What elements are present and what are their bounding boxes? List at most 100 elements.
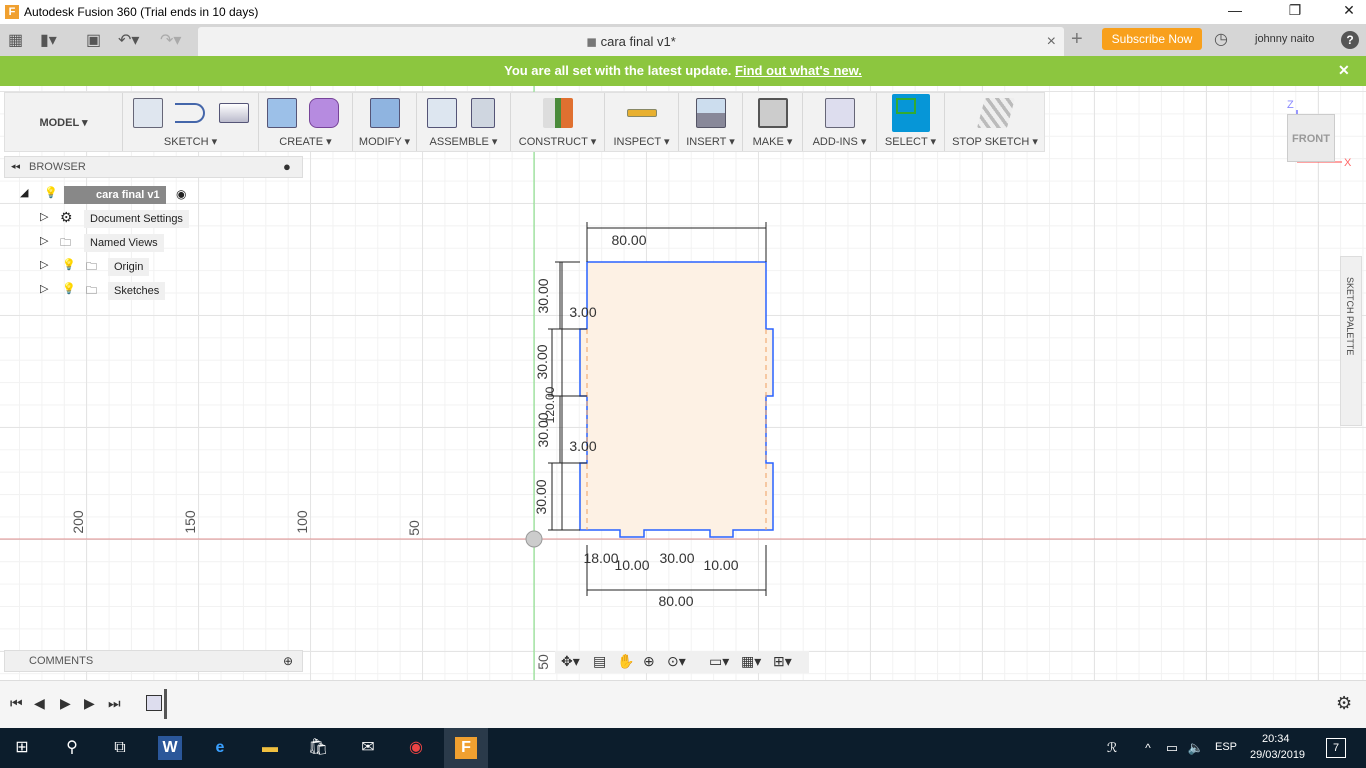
add-comment-icon[interactable]: ⊕ <box>283 654 293 668</box>
expand-icon[interactable]: ▷ <box>40 234 48 247</box>
dim-tab-depth-2[interactable]: 3.00 <box>569 438 596 454</box>
workspace-switcher[interactable]: MODEL ▾ <box>5 93 123 151</box>
activate-radio-icon[interactable]: ◉ <box>176 187 186 201</box>
comments-panel[interactable]: COMMENTS ⊕ <box>4 650 303 672</box>
network-icon[interactable]: ▭ <box>1160 736 1184 760</box>
fit-icon[interactable]: ⊙▾ <box>667 653 686 670</box>
timeline-sketch-feature[interactable] <box>146 695 162 711</box>
file-explorer-icon[interactable]: ▬ <box>258 736 282 760</box>
volume-icon[interactable]: 🔈 <box>1184 736 1208 760</box>
dim-top-width[interactable]: 80.00 <box>611 232 646 248</box>
play-icon[interactable]: ▶ <box>60 695 71 712</box>
make-menu[interactable]: MAKE ▾ <box>743 93 803 151</box>
file-menu-icon[interactable]: ▮▾ <box>40 30 57 50</box>
notification-center-badge[interactable]: 7 <box>1326 738 1346 758</box>
close-tab-button[interactable]: × <box>1047 33 1056 51</box>
rectangle-icon <box>219 103 249 123</box>
dim-vertical-3[interactable]: 30.00 <box>535 412 551 447</box>
dim-vertical-4[interactable]: 30.00 <box>533 479 549 514</box>
minimize-button[interactable]: — <box>1220 2 1250 18</box>
viewports-icon[interactable]: ⊞▾ <box>773 653 792 670</box>
step-forward-icon[interactable]: ▶ <box>84 695 95 712</box>
select-menu[interactable]: SELECT ▾ <box>877 93 945 151</box>
viewcube[interactable]: FRONT <box>1287 114 1335 162</box>
browser-item-sketches[interactable]: Sketches <box>108 282 166 300</box>
inspect-menu[interactable]: INSPECT ▾ <box>605 93 679 151</box>
task-view-icon[interactable]: ⧉ <box>108 736 132 760</box>
chrome-icon[interactable]: ◉ <box>404 736 428 760</box>
grid-settings-icon[interactable]: ▦▾ <box>741 653 761 670</box>
mail-icon[interactable]: ✉ <box>356 736 380 760</box>
expand-icon[interactable]: ▷ <box>40 210 48 223</box>
dim-bottom-10a[interactable]: 10.00 <box>614 557 649 573</box>
input-language[interactable]: ESP <box>1215 741 1237 753</box>
help-icon[interactable]: ? <box>1341 31 1359 49</box>
dim-bottom-10b[interactable]: 10.00 <box>703 557 738 573</box>
browser-panel-header[interactable]: ◂◂ BROWSER ● <box>4 156 303 178</box>
stop-sketch-menu[interactable]: STOP SKETCH ▾ <box>945 93 1045 151</box>
store-icon[interactable]: 🛍 <box>306 736 330 760</box>
construct-menu[interactable]: CONSTRUCT ▾ <box>511 93 605 151</box>
select-cursor-icon <box>892 94 930 132</box>
notification-close-button[interactable]: ✕ <box>1338 62 1350 79</box>
orbit-icon[interactable]: ✥▾ <box>561 653 580 670</box>
close-button[interactable]: ✕ <box>1334 2 1364 19</box>
whats-new-link[interactable]: Find out what's new. <box>735 63 862 78</box>
subscribe-now-button[interactable]: Subscribe Now <box>1102 28 1202 50</box>
visibility-bulb-icon[interactable]: 💡 <box>62 258 76 271</box>
go-to-end-icon[interactable]: ⏭ <box>108 695 121 712</box>
sketch-menu[interactable]: SKETCH ▾ <box>123 93 259 151</box>
look-at-icon[interactable]: ▤ <box>593 653 606 670</box>
visibility-bulb-icon[interactable]: 💡 <box>62 282 76 295</box>
dim-bottom-width[interactable]: 80.00 <box>658 593 693 609</box>
create-menu[interactable]: CREATE ▾ <box>259 93 353 151</box>
save-icon[interactable]: ▣ <box>86 30 101 50</box>
collapse-icon[interactable]: ◂◂ <box>11 161 20 172</box>
redo-icon[interactable]: ↷▾ <box>160 30 181 50</box>
timeline-settings-gear-icon[interactable]: ⚙ <box>1336 693 1352 714</box>
clock-time[interactable]: 20:34 <box>1262 733 1290 745</box>
dim-vertical-2[interactable]: 30.00 <box>534 344 550 379</box>
expand-root-icon[interactable]: ◢ <box>20 186 28 199</box>
pan-icon[interactable]: ✋ <box>617 653 634 670</box>
people-icon[interactable]: ℛ <box>1100 736 1124 760</box>
apps-grid-icon[interactable]: ▦ <box>8 30 23 50</box>
sketch-palette-tab[interactable]: SKETCH PALETTE <box>1340 256 1362 426</box>
assemble-menu[interactable]: ASSEMBLE ▾ <box>417 93 511 151</box>
go-to-start-icon[interactable]: ⏮ <box>10 695 23 712</box>
start-button-icon[interactable]: ⊞ <box>10 736 34 760</box>
visibility-bulb-icon[interactable]: 💡 <box>44 186 58 199</box>
browser-item-document-settings[interactable]: Document Settings <box>84 210 189 228</box>
browser-item-origin[interactable]: Origin <box>108 258 150 276</box>
undo-icon[interactable]: ↶▾ <box>118 30 139 50</box>
user-name[interactable]: johnny naito <box>1255 33 1314 45</box>
display-settings-icon[interactable]: ▭▾ <box>709 653 729 670</box>
word-icon[interactable]: W <box>158 736 182 760</box>
new-tab-button[interactable]: + <box>1071 28 1083 51</box>
edge-icon[interactable]: e <box>208 736 232 760</box>
zoom-icon[interactable]: ⊕ <box>643 653 655 670</box>
show-hidden-icons[interactable]: ^ <box>1136 736 1160 760</box>
fusion-taskbar-icon[interactable]: F <box>444 728 488 768</box>
timeline-marker[interactable] <box>164 689 167 719</box>
expand-icon[interactable]: ▷ <box>40 258 48 271</box>
main-toolbar: MODEL ▾ SKETCH ▾ CREATE ▾ MODIFY ▾ ASSEM… <box>4 92 1045 152</box>
dim-bottom-18[interactable]: 18.00 <box>583 550 618 566</box>
dim-tab-depth-1[interactable]: 3.00 <box>569 304 596 320</box>
step-back-icon[interactable]: ◀ <box>34 695 45 712</box>
job-status-clock-icon[interactable]: ◷ <box>1214 29 1228 49</box>
dim-vertical-1[interactable]: 30.00 <box>535 278 551 313</box>
stop-sketch-icon <box>976 98 1016 128</box>
browser-root-node[interactable]: cara final v1 <box>64 186 166 204</box>
clock-date[interactable]: 29/03/2019 <box>1250 749 1305 761</box>
add-ins-menu[interactable]: ADD-INS ▾ <box>803 93 877 151</box>
modify-menu[interactable]: MODIFY ▾ <box>353 93 417 151</box>
browser-item-named-views[interactable]: Named Views <box>84 234 164 252</box>
browser-collapse-button[interactable]: ● <box>283 159 291 174</box>
expand-icon[interactable]: ▷ <box>40 282 48 295</box>
dim-bottom-30[interactable]: 30.00 <box>659 550 694 566</box>
document-tab[interactable]: ◼ cara final v1* × <box>198 27 1064 56</box>
insert-menu[interactable]: INSERT ▾ <box>679 93 743 151</box>
maximize-button[interactable]: ❐ <box>1280 2 1310 19</box>
search-icon[interactable]: ⚲ <box>60 736 84 760</box>
